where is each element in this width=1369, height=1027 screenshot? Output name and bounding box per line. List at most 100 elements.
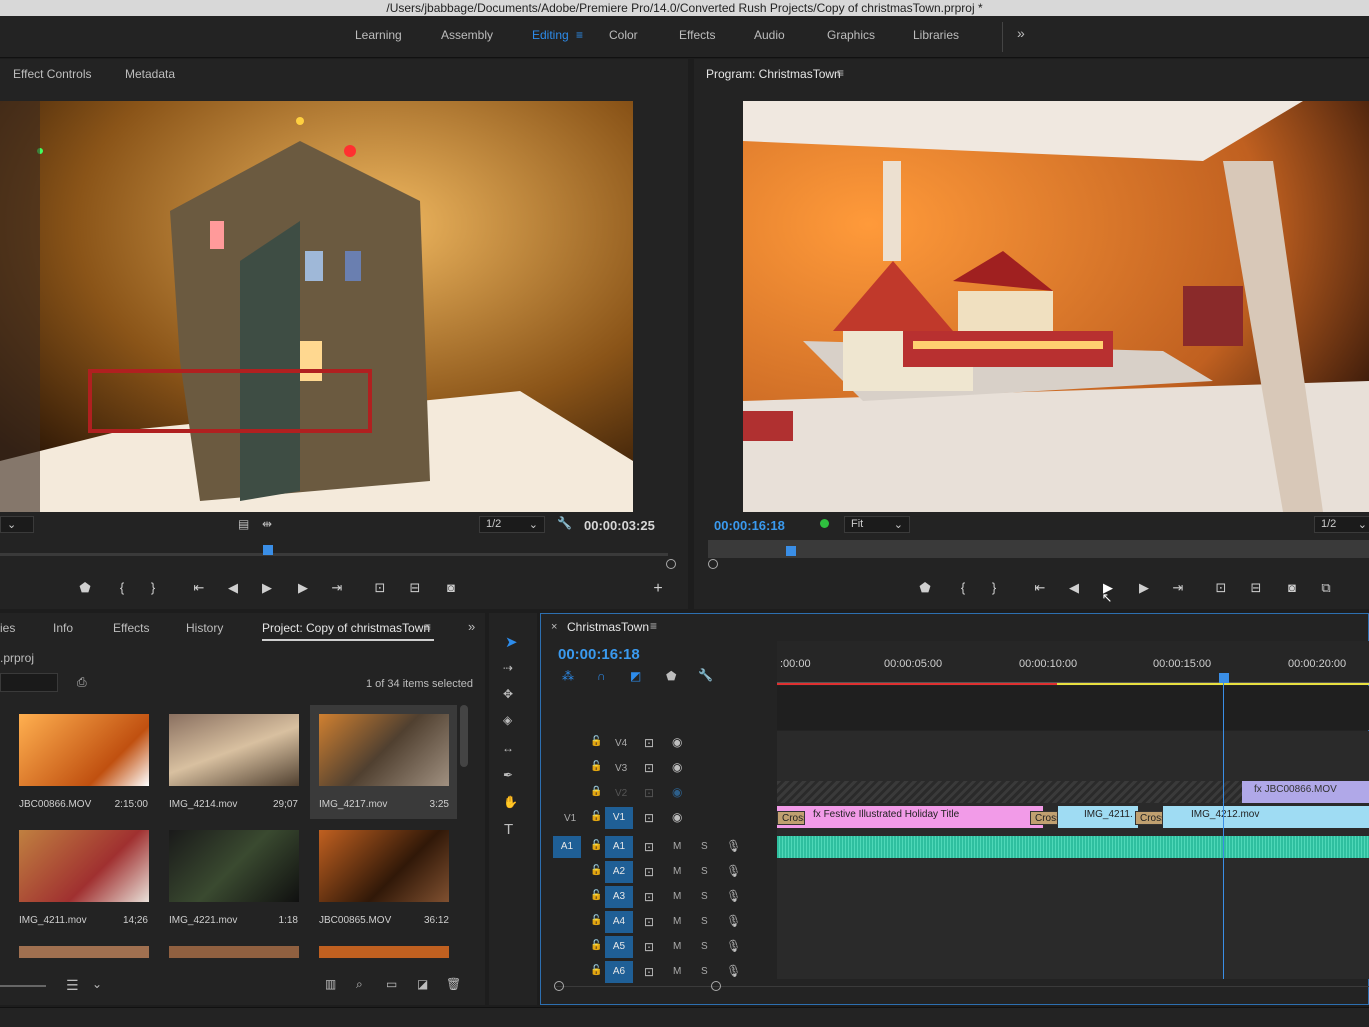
transition[interactable]: Cross [777,811,805,825]
program-panel-menu-icon[interactable]: ≡ [837,66,844,80]
program-marker-icon[interactable]: ⬟ [916,580,934,596]
solo-button[interactable]: S [701,966,708,977]
sync-lock-icon[interactable]: ⊡ [644,761,654,775]
solo-button[interactable]: S [701,941,708,952]
lock-icon[interactable]: 🔒 [590,786,602,797]
program-mark-in-icon[interactable]: { [954,580,972,595]
microphone-icon[interactable]: 🎙 [726,939,741,953]
thumbnail-img-4214[interactable] [169,714,299,786]
source-play-icon[interactable]: ▶ [258,580,276,596]
track-target-a3[interactable]: A3 [605,886,633,908]
item-name[interactable]: IMG_4214.mov [169,799,237,810]
video-clip-b[interactable]: IMG_4212.mov [1163,806,1369,828]
workspace-libraries[interactable]: Libraries [913,28,959,42]
program-zoom-handle[interactable] [708,559,718,569]
program-mark-out-icon[interactable]: } [985,580,1003,595]
close-sequence-icon[interactable]: × [551,621,557,633]
sync-lock-icon[interactable]: ⊡ [644,890,654,904]
solo-button[interactable]: S [701,841,708,852]
track-target-a2[interactable]: A2 [605,861,633,883]
solo-button[interactable]: S [701,866,708,877]
thumbnail-partial[interactable] [319,946,449,958]
lock-icon[interactable]: 🔓 [590,811,602,822]
thumbnail-partial[interactable] [169,946,299,958]
program-monitor-frame[interactable] [743,101,1369,512]
selection-tool-icon[interactable]: ➤ [505,633,518,651]
program-scrub-bar[interactable] [708,540,1369,558]
source-step-forward-icon[interactable]: ▶ [294,580,312,596]
lock-icon[interactable]: 🔓 [590,940,602,951]
source-mark-in-icon[interactable]: { [113,580,131,595]
sync-lock-icon[interactable]: ⊡ [644,940,654,954]
title-clip[interactable]: fx Festive Illustrated Holiday Title [777,806,1043,828]
timeline-timecode[interactable]: 00:00:16:18 [558,646,640,663]
track-target-a6[interactable]: A6 [605,961,633,983]
new-search-bin-icon[interactable]: ⎙ [77,675,87,690]
mute-button[interactable]: M [673,916,681,927]
tab-info[interactable]: Info [53,621,73,635]
ripple-edit-tool-icon[interactable]: ✥ [503,687,513,701]
trash-icon[interactable]: 🗑 [446,977,461,991]
track-target-a1[interactable]: A1 [605,836,633,858]
mute-button[interactable]: M [673,841,681,852]
program-timecode[interactable]: 00:00:16:18 [714,518,785,533]
mute-button[interactable]: M [673,941,681,952]
source-zoom-handle[interactable] [666,559,676,569]
sort-dropdown-icon[interactable]: ⌄ [92,977,102,991]
source-step-back-icon[interactable]: ◀ [224,580,242,596]
eye-icon[interactable]: ◉ [672,735,682,749]
program-comparison-view-icon[interactable]: ⧉ [1317,580,1335,596]
thumbnail-size-slider[interactable] [0,985,46,987]
timeline-playhead-head[interactable] [1219,673,1229,683]
new-bin-icon[interactable]: ▭ [386,977,397,991]
sync-lock-icon[interactable]: ⊡ [644,915,654,929]
thumbnail-img-4217[interactable] [319,714,449,786]
solo-button[interactable]: S [701,891,708,902]
source-marker-icon[interactable]: ⬟ [76,580,94,596]
transition[interactable]: Cross [1135,811,1163,825]
new-item-icon[interactable]: ◪ [417,977,428,991]
tab-effect-controls[interactable]: Effect Controls [13,67,91,81]
workspace-overflow-icon[interactable]: » [1017,25,1025,41]
thumbnail-img-4211[interactable] [19,830,149,902]
sync-lock-icon[interactable]: ⊡ [644,811,654,825]
program-step-back-icon[interactable]: ◀ [1065,580,1083,596]
program-panel-title[interactable]: Program: ChristmasTown [706,67,841,81]
microphone-icon[interactable]: 🎙 [726,839,741,853]
type-tool-icon[interactable]: T [504,821,513,838]
audio-clip-a1[interactable] [777,836,1369,858]
source-add-button-icon[interactable]: + [649,580,667,598]
program-zoom-dropdown[interactable]: Fit ⌄ [844,516,910,533]
add-marker-icon[interactable]: ⬟ [666,669,676,683]
sequence-tab[interactable]: ChristmasTown [567,620,649,634]
panel-overflow-icon[interactable]: » [468,619,475,634]
wrench-icon[interactable]: 🔧 [557,516,572,530]
eye-icon[interactable]: ◉ [672,760,682,774]
track-select-tool-icon[interactable]: ⇢ [503,661,513,675]
item-name[interactable]: IMG_4217.mov [319,799,387,810]
razor-tool-icon[interactable]: ◈ [503,713,512,727]
item-name[interactable]: JBC00866.MOV [19,799,91,810]
workspace-menu-icon[interactable]: ≡ [576,28,583,42]
source-patch-a1[interactable]: A1 [553,836,581,858]
video-clip-a[interactable]: IMG_4211. [1058,806,1138,828]
microphone-icon[interactable]: 🎙 [726,914,741,928]
transition[interactable]: Cross [1030,811,1058,825]
timeline-scrollbar[interactable] [556,986,1369,987]
program-lift-icon[interactable]: ⊡ [1212,580,1230,596]
workspace-effects[interactable]: Effects [679,28,715,42]
project-panel-menu-icon[interactable]: ≡ [424,620,431,634]
program-extract-icon[interactable]: ⊟ [1247,580,1265,596]
source-export-frame-icon[interactable]: ◙ [442,580,460,595]
workspace-audio[interactable]: Audio [754,28,785,42]
eye-icon[interactable]: ◉ [672,810,682,824]
item-name[interactable]: IMG_4211.mov [19,915,87,926]
source-resolution-dropdown[interactable]: 1/2 ⌄ [479,516,545,533]
timeline-settings-icon[interactable]: 🔧 [698,668,713,682]
source-insert-button-icon[interactable]: ⊡ [371,580,389,596]
source-go-to-in-icon[interactable]: ⇤ [190,580,208,596]
mute-button[interactable]: M [673,966,681,977]
hand-tool-icon[interactable]: ✋ [503,795,518,809]
source-overwrite-icon[interactable]: ⊟ [406,580,424,596]
tab-history[interactable]: History [186,621,223,635]
